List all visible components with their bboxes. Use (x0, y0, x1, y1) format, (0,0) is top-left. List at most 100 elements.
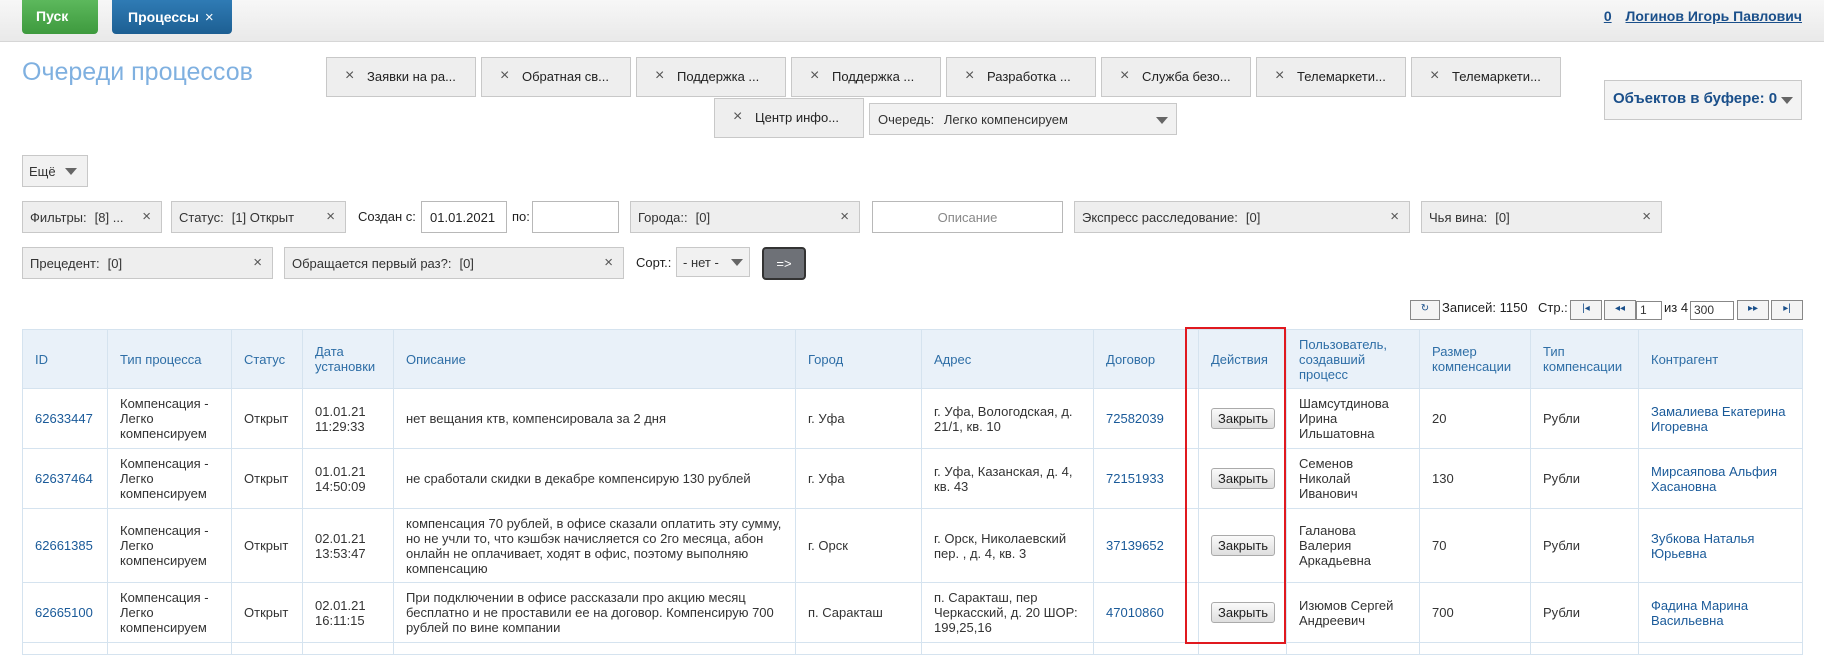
column-header[interactable]: ID (22, 329, 108, 389)
filter-label: Экспресс расследование: (1082, 210, 1238, 225)
queue-tab[interactable]: × Поддержка ... (791, 57, 941, 97)
table-row[interactable]: 62637464 Компенсация - Легко компенсируе… (22, 448, 1803, 509)
close-icon[interactable]: × (326, 208, 335, 225)
queue-select[interactable]: Очередь: Легко компенсируем (869, 103, 1177, 135)
close-icon[interactable]: × (253, 254, 262, 271)
queue-tab[interactable]: × Служба безо... (1101, 57, 1251, 97)
queue-tab[interactable]: × Поддержка ... (636, 57, 786, 97)
created-from-input[interactable]: 01.01.2021 (421, 201, 507, 233)
queue-select-label: Очередь: (878, 112, 935, 127)
queue-tab[interactable]: × Разработка ... (946, 57, 1096, 97)
next-page-button[interactable]: ▸▸ (1737, 300, 1769, 320)
processes-tab[interactable]: Процессы × (112, 0, 232, 34)
express-filter[interactable]: Экспресс расследование: [0] × (1074, 201, 1410, 233)
last-page-button[interactable]: ▸| (1771, 300, 1803, 320)
queue-tab[interactable]: × Заявки на ра... (326, 57, 476, 97)
column-header[interactable]: Тип процесса (107, 329, 232, 389)
queue-tab[interactable]: × Телемаркети... (1256, 57, 1406, 97)
queue-tab-label: Заявки на ра... (367, 69, 456, 84)
partner-link[interactable]: Фадина Марина Васильевна (1651, 598, 1748, 628)
start-button[interactable]: Пуск (22, 0, 98, 34)
column-header[interactable]: Контрагент (1638, 329, 1803, 389)
contract-link[interactable]: 72151933 (1106, 471, 1164, 486)
partner-link[interactable]: Мирсаяпова Альфия Хасановна (1651, 464, 1777, 494)
compensation-type: Рубли (1530, 582, 1639, 643)
filter-value: [8] ... (94, 210, 124, 225)
process-type: Компенсация - Легко компенсируем (107, 582, 232, 643)
close-icon[interactable]: × (733, 108, 742, 126)
created-from-label: Создан с: (358, 209, 416, 224)
first-time-filter[interactable]: Обращается первый раз?: [0] × (284, 247, 624, 279)
partner-link[interactable]: Замалиева Екатерина Игоревна (1651, 404, 1785, 434)
column-header[interactable]: Договор (1093, 329, 1199, 389)
compensation-amount: 700 (1419, 582, 1531, 643)
refresh-icon[interactable]: ↻ (1410, 300, 1440, 320)
close-icon[interactable]: × (142, 208, 151, 225)
close-icon[interactable]: × (655, 67, 664, 85)
user-name-link[interactable]: Логинов Игорь Павлович (1626, 8, 1803, 24)
close-icon[interactable]: × (1275, 67, 1284, 85)
per-page-select[interactable]: 300 (1690, 301, 1734, 320)
table-row[interactable]: 62661385 Компенсация - Легко компенсируе… (22, 508, 1803, 583)
close-icon[interactable]: × (1430, 67, 1439, 85)
close-icon[interactable]: × (840, 208, 849, 225)
process-status: Открыт (231, 508, 303, 583)
close-icon[interactable]: × (345, 67, 354, 85)
prev-page-button[interactable]: ◂◂ (1604, 300, 1636, 320)
buffer-label: Объектов в буфере: (1613, 90, 1765, 107)
queue-tab[interactable]: × Обратная св... (481, 57, 631, 97)
close-icon[interactable]: × (1390, 208, 1399, 225)
close-icon[interactable]: × (500, 67, 509, 85)
close-icon[interactable]: × (965, 67, 974, 85)
column-header[interactable]: Адрес (921, 329, 1094, 389)
column-header[interactable]: Дата установки (302, 329, 394, 389)
apply-filters-button[interactable]: => (762, 247, 806, 280)
created-to-input[interactable] (532, 201, 619, 233)
precedent-filter[interactable]: Прецедент: [0] × (22, 247, 273, 279)
process-date: 02.01.21 13:53:47 (302, 508, 394, 583)
process-id-link[interactable]: 62633447 (35, 411, 93, 426)
close-icon[interactable]: × (810, 67, 819, 85)
close-icon[interactable]: × (205, 9, 214, 26)
process-address: п. Саракташ, пер Черкасский, д. 20 ШОР: … (921, 582, 1094, 643)
column-header[interactable]: Тип компенсации (1530, 329, 1639, 389)
close-icon[interactable]: × (1120, 67, 1129, 85)
queue-tab[interactable]: × Центр инфо... (714, 98, 864, 138)
column-header[interactable]: Статус (231, 329, 303, 389)
status-filter[interactable]: Статус: [1] Открыт × (171, 201, 346, 233)
process-address: г. Уфа, Казанская, д. 4, кв. 43 (921, 448, 1094, 509)
column-header[interactable]: Город (795, 329, 922, 389)
partner-link[interactable]: Зубкова Наталья Юрьевна (1651, 531, 1754, 561)
process-id-link[interactable]: 62665100 (35, 605, 93, 620)
page-select[interactable]: 1 (1636, 301, 1662, 320)
blame-filter[interactable]: Чья вина: [0] × (1421, 201, 1662, 233)
description-input[interactable]: Описание (872, 201, 1063, 233)
sort-select[interactable]: - нет - (676, 247, 750, 277)
close-icon[interactable]: × (1642, 208, 1651, 225)
first-page-button[interactable]: |◂ (1570, 300, 1602, 320)
process-id-link[interactable]: 62661385 (35, 538, 93, 553)
filters-filter[interactable]: Фильтры: [8] ... × (22, 201, 162, 233)
more-dropdown[interactable]: Ещё (22, 155, 88, 187)
cities-filter[interactable]: Города:: [0] × (630, 201, 860, 233)
notification-count[interactable]: 0 (1604, 8, 1612, 24)
compensation-amount: 130 (1419, 448, 1531, 509)
column-header[interactable]: Пользователь, создавший процесс (1286, 329, 1420, 389)
process-user: Шамсутдинова Ирина Ильшатовна (1286, 388, 1420, 449)
contract-link[interactable]: 72582039 (1106, 411, 1164, 426)
close-icon[interactable]: × (604, 254, 613, 271)
process-id-link[interactable]: 62637464 (35, 471, 93, 486)
buffer-counter[interactable]: Объектов в буфере: 0 (1604, 80, 1802, 120)
contract-link[interactable]: 47010860 (1106, 605, 1164, 620)
column-header[interactable]: Описание (393, 329, 796, 389)
queue-tab-label: Разработка ... (987, 69, 1071, 84)
process-type: Компенсация - Легко компенсируем (107, 508, 232, 583)
queue-tab[interactable]: × Телемаркети... (1411, 57, 1561, 97)
table-row[interactable]: 62665100 Компенсация - Легко компенсируе… (22, 582, 1803, 643)
filter-value: [0] (107, 256, 123, 271)
contract-link[interactable]: 37139652 (1106, 538, 1164, 553)
column-header[interactable]: Размер компенсации (1419, 329, 1531, 389)
queue-tab-label: Телемаркети... (1452, 69, 1541, 84)
page-total: из 4 (1664, 300, 1689, 315)
table-row[interactable]: 62633447 Компенсация - Легко компенсируе… (22, 388, 1803, 449)
